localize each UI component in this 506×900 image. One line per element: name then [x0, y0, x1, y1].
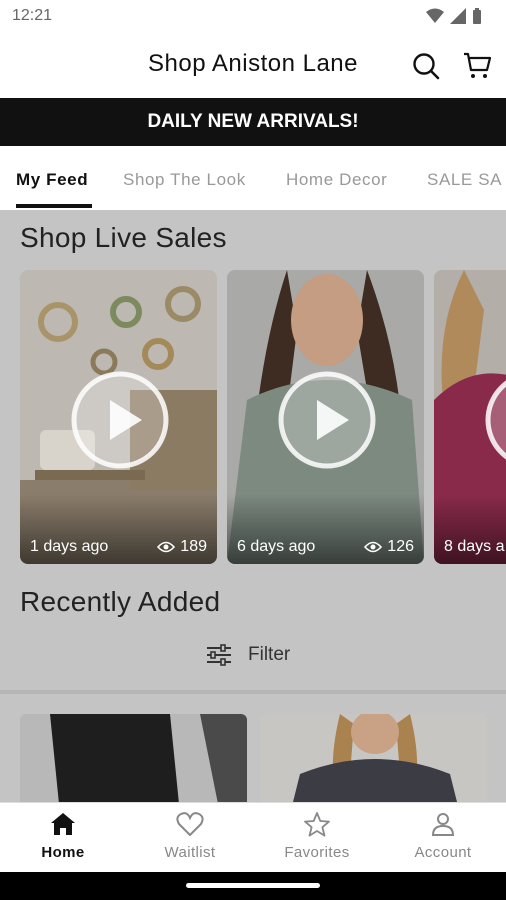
- tab-my-feed[interactable]: My Feed: [16, 170, 88, 190]
- eye-icon: [157, 541, 176, 553]
- product-image: [20, 714, 247, 802]
- status-bar: 12:21: [0, 0, 506, 34]
- nav-home[interactable]: Home: [0, 811, 126, 861]
- category-tabs: My Feed Shop The Look Home Decor SALE SA: [0, 146, 506, 210]
- app-header: Shop Aniston Lane: [0, 34, 506, 98]
- view-count: 189: [180, 538, 207, 555]
- eye-icon: [364, 541, 383, 553]
- tab-home-decor[interactable]: Home Decor: [286, 170, 387, 190]
- nav-home-label: Home: [41, 844, 85, 861]
- search-icon[interactable]: [412, 52, 440, 80]
- person-icon: [431, 813, 455, 836]
- nav-waitlist-label: Waitlist: [164, 844, 216, 861]
- tab-sale[interactable]: SALE SA: [427, 170, 502, 190]
- promo-banner[interactable]: DAILY NEW ARRIVALS!: [0, 98, 506, 146]
- feed-content: Shop Live Sales 1 days ago 189 6 days ag…: [0, 210, 506, 802]
- home-icon: [51, 813, 75, 835]
- nav-waitlist[interactable]: Waitlist: [127, 811, 253, 861]
- filter-button[interactable]: Filter: [206, 644, 290, 666]
- play-icon[interactable]: [70, 370, 170, 470]
- play-icon[interactable]: [277, 370, 377, 470]
- system-navigation-bar: [0, 872, 506, 900]
- card-age: 1 days ago: [30, 538, 109, 555]
- bottom-navigation: Home Waitlist Favorites Account: [0, 802, 506, 873]
- section-divider: [0, 690, 506, 694]
- product-card[interactable]: [20, 714, 247, 802]
- nav-account[interactable]: Account: [380, 811, 506, 861]
- nav-favorites[interactable]: Favorites: [254, 811, 380, 861]
- filter-label: Filter: [248, 644, 291, 665]
- signal-icon: [450, 8, 466, 24]
- product-image: [260, 714, 487, 802]
- product-card[interactable]: [260, 714, 487, 802]
- card-age: 6 days ago: [237, 538, 316, 555]
- status-icons: [426, 8, 482, 24]
- live-sale-card[interactable]: 6 days ago 126: [227, 270, 424, 564]
- cart-icon[interactable]: [462, 50, 492, 80]
- tab-shop-the-look[interactable]: Shop The Look: [123, 170, 246, 190]
- live-sale-card[interactable]: 8 days a: [434, 270, 506, 564]
- heart-icon: [176, 812, 204, 837]
- active-tab-indicator: [16, 204, 92, 208]
- card-views: 126: [364, 538, 414, 556]
- home-gesture-handle[interactable]: [186, 883, 320, 888]
- recently-added-heading: Recently Added: [20, 586, 221, 617]
- nav-favorites-label: Favorites: [284, 844, 350, 861]
- view-count: 126: [387, 538, 414, 555]
- card-age: 8 days a: [444, 538, 505, 555]
- live-sales-heading: Shop Live Sales: [20, 222, 227, 253]
- live-sale-card[interactable]: 1 days ago 189: [20, 270, 217, 564]
- nav-account-label: Account: [414, 844, 472, 861]
- card-views: 189: [157, 538, 207, 556]
- star-icon: [304, 812, 330, 837]
- status-time: 12:21: [12, 7, 53, 24]
- battery-icon: [473, 8, 481, 24]
- sliders-icon: [207, 644, 231, 666]
- play-icon[interactable]: [484, 370, 506, 470]
- wifi-icon: [426, 8, 444, 23]
